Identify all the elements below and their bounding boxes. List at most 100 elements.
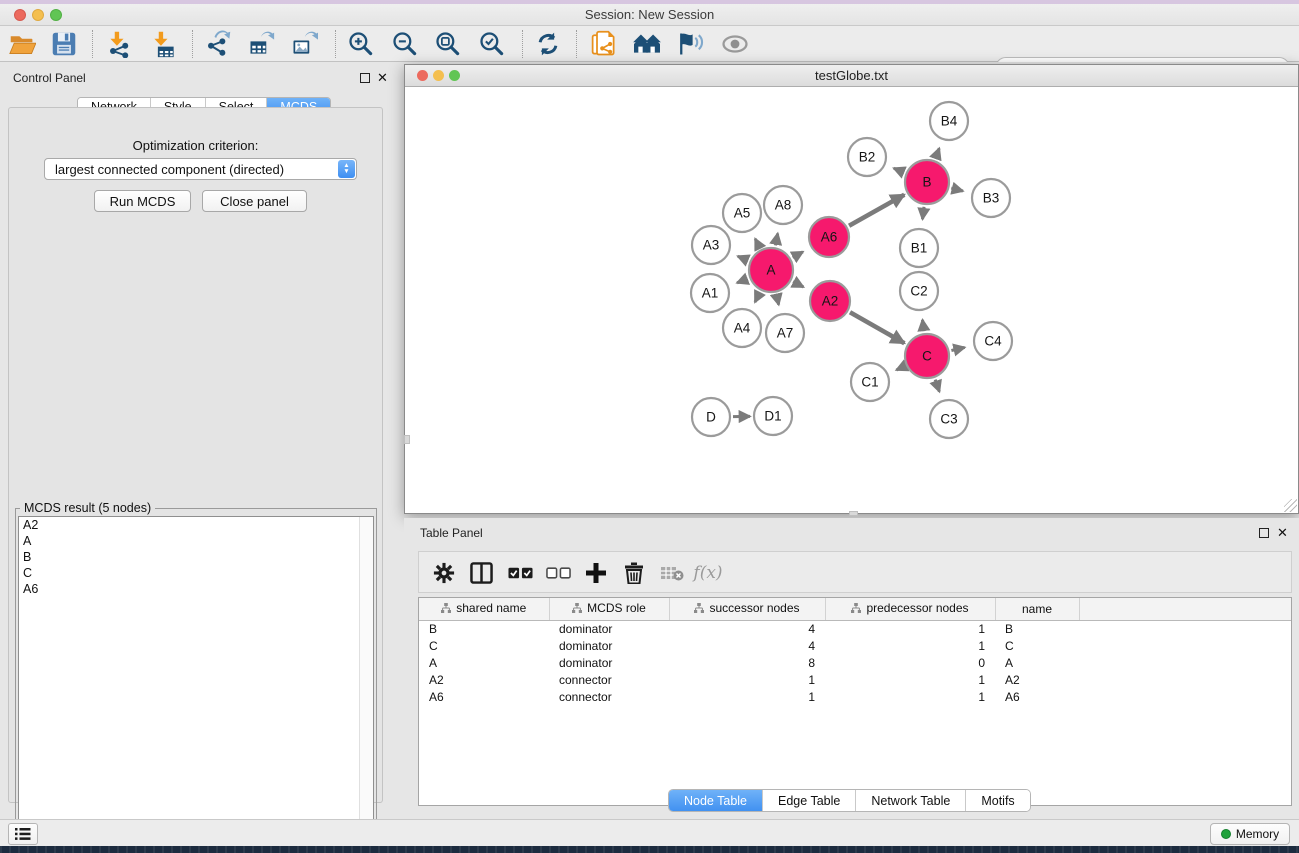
cell-empty[interactable] [1079, 654, 1291, 671]
close-panel-button[interactable]: Close panel [202, 190, 307, 212]
cell-shared-name[interactable]: A [419, 654, 549, 671]
edge-B-B1[interactable] [923, 207, 925, 219]
cell-successor-nodes[interactable]: 8 [669, 654, 825, 671]
cell-successor-nodes[interactable]: 1 [669, 688, 825, 705]
cell-MCDS-role[interactable]: connector [549, 688, 669, 705]
graph-node-A8[interactable]: A8 [764, 186, 802, 224]
cell-predecessor-nodes[interactable]: 1 [825, 620, 995, 637]
zoom-selected-icon[interactable] [476, 29, 508, 59]
result-item[interactable]: A [19, 533, 373, 549]
run-mcds-button[interactable]: Run MCDS [94, 190, 191, 212]
select-all-checkboxes-icon[interactable] [503, 557, 537, 589]
result-item[interactable]: B [19, 549, 373, 565]
panel-tab-motifs[interactable]: Motifs [966, 790, 1029, 812]
edge-A-A3[interactable] [738, 256, 748, 260]
edge-A-A5[interactable] [755, 239, 760, 248]
graph-node-C1[interactable]: C1 [851, 363, 889, 401]
node-table[interactable]: shared nameMCDS rolesuccessor nodesprede… [418, 597, 1292, 806]
graph-node-C3[interactable]: C3 [930, 400, 968, 438]
zoom-fit-icon[interactable] [432, 29, 464, 59]
export-image-icon[interactable] [288, 29, 320, 59]
graph-node-B4[interactable]: B4 [930, 102, 968, 140]
cell-MCDS-role[interactable]: dominator [549, 654, 669, 671]
show-column-icon[interactable] [464, 557, 498, 589]
cell-MCDS-role[interactable]: dominator [549, 620, 669, 637]
delete-column-trash-icon[interactable] [617, 557, 651, 589]
table-row[interactable]: Cdominator41C [419, 637, 1291, 654]
graph-node-B1[interactable]: B1 [900, 229, 938, 267]
graph-node-C2[interactable]: C2 [900, 272, 938, 310]
edge-C-C3[interactable] [935, 380, 939, 392]
table-row[interactable]: A6connector11A6 [419, 688, 1291, 705]
graph-node-A5[interactable]: A5 [723, 194, 761, 232]
cell-name[interactable]: A2 [995, 671, 1079, 688]
cell-empty[interactable] [1079, 620, 1291, 637]
home-pages-icon[interactable] [631, 29, 663, 59]
cell-shared-name[interactable]: B [419, 620, 549, 637]
mcds-result-list[interactable]: A2ABCA6 [18, 516, 374, 832]
open-session-icon[interactable] [6, 29, 38, 59]
close-panel-icon[interactable]: ✕ [377, 73, 388, 83]
cell-successor-nodes[interactable]: 1 [669, 671, 825, 688]
cell-MCDS-role[interactable]: dominator [549, 637, 669, 654]
import-table-icon[interactable] [148, 29, 180, 59]
canvas-scroll-nub-bottom[interactable] [849, 511, 858, 516]
cell-empty[interactable] [1079, 671, 1291, 688]
result-item[interactable]: A2 [19, 517, 373, 533]
panel-tab-edge-table[interactable]: Edge Table [763, 790, 856, 812]
edge-C-C1[interactable] [896, 366, 904, 370]
edge-A-A1[interactable] [737, 279, 748, 283]
table-row[interactable]: A2connector11A2 [419, 671, 1291, 688]
cell-shared-name[interactable]: C [419, 637, 549, 654]
graph-node-A[interactable]: A [749, 248, 793, 292]
graph-node-B2[interactable]: B2 [848, 138, 886, 176]
add-column-icon[interactable] [579, 557, 613, 589]
graph-node-B[interactable]: B [905, 160, 949, 204]
graph-node-A1[interactable]: A1 [691, 274, 729, 312]
cell-empty[interactable] [1079, 637, 1291, 654]
panel-tab-network-table[interactable]: Network Table [856, 790, 966, 812]
graph-node-C[interactable]: C [905, 334, 949, 378]
cell-shared-name[interactable]: A6 [419, 688, 549, 705]
edge-A6-B[interactable] [849, 195, 904, 226]
table-close-icon[interactable]: ✕ [1277, 528, 1288, 538]
edge-A-A6[interactable] [793, 252, 803, 258]
birds-eye-view-icon[interactable] [719, 29, 751, 59]
network-canvas[interactable]: B4B2BB3A5A8A6A3B1AA1C2A2A4A7C4CC1C3DD1 [405, 87, 1298, 513]
graph-node-A4[interactable]: A4 [723, 309, 761, 347]
window-resize-grip[interactable] [1284, 499, 1297, 512]
graph-node-B3[interactable]: B3 [972, 179, 1010, 217]
table-row[interactable]: Adominator80A [419, 654, 1291, 671]
float-panel-icon[interactable] [360, 73, 370, 83]
export-table-icon[interactable] [245, 29, 277, 59]
memory-button[interactable]: Memory [1210, 823, 1290, 845]
table-options-gear-icon[interactable] [427, 557, 461, 589]
edge-A-A4[interactable] [755, 292, 760, 302]
result-item[interactable]: A6 [19, 581, 373, 597]
network-from-file-icon[interactable] [588, 29, 620, 59]
graph-node-C4[interactable]: C4 [974, 322, 1012, 360]
edge-B-B2[interactable] [894, 168, 904, 172]
cell-MCDS-role[interactable]: connector [549, 671, 669, 688]
graph-node-D[interactable]: D [692, 398, 730, 436]
column-header-MCDS-role[interactable]: MCDS role [549, 598, 669, 620]
cell-empty[interactable] [1079, 688, 1291, 705]
cell-successor-nodes[interactable]: 4 [669, 637, 825, 654]
column-header-name[interactable]: name [995, 598, 1079, 620]
zoom-in-icon[interactable] [345, 29, 377, 59]
cell-name[interactable]: A [995, 654, 1079, 671]
hide-graphics-details-icon[interactable] [674, 29, 706, 59]
optimization-criterion-select[interactable]: largest connected component (directed) ▲… [44, 158, 357, 180]
save-session-icon[interactable] [48, 29, 80, 59]
graph-node-A6[interactable]: A6 [809, 217, 849, 257]
cell-predecessor-nodes[interactable]: 0 [825, 654, 995, 671]
show-panels-list-button[interactable] [8, 823, 38, 845]
cell-name[interactable]: B [995, 620, 1079, 637]
zoom-out-icon[interactable] [389, 29, 421, 59]
result-list-scrollbar[interactable] [359, 517, 373, 831]
edge-B-B3[interactable] [951, 188, 963, 191]
graph-node-A2[interactable]: A2 [810, 281, 850, 321]
cell-name[interactable]: C [995, 637, 1079, 654]
table-row[interactable]: Bdominator41B [419, 620, 1291, 637]
edge-C-C4[interactable] [951, 347, 964, 350]
